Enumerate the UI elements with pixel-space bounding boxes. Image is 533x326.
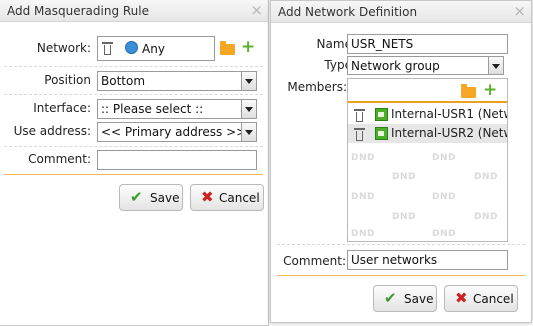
- position-value: Bottom: [101, 74, 146, 88]
- type-select[interactable]: Network group: [347, 56, 504, 75]
- cancel-button[interactable]: ✖ Cancel: [190, 184, 264, 211]
- type-value: Network group: [351, 59, 440, 73]
- use-address-value: << Primary address >>: [101, 125, 247, 139]
- network-definition-dialog: Add Network Definition × Name: USR_NETS …: [270, 0, 532, 323]
- checkmark-icon: ✔: [130, 188, 143, 206]
- dnd-placeholder: DND: [432, 153, 456, 163]
- network-drop-box[interactable]: Any: [97, 36, 215, 61]
- comment-input[interactable]: User networks: [347, 250, 508, 270]
- close-icon[interactable]: ×: [250, 2, 263, 18]
- separator: [4, 146, 263, 147]
- add-icon[interactable]: +: [483, 82, 497, 99]
- dnd-placeholder: DND: [351, 192, 375, 202]
- separator: [4, 94, 263, 95]
- dnd-placeholder: DND: [392, 212, 416, 222]
- position-select[interactable]: Bottom: [97, 71, 257, 91]
- interface-select[interactable]: :: Please select ::: [97, 99, 257, 119]
- dnd-placeholder: DND: [432, 192, 456, 202]
- globe-icon: [125, 41, 138, 54]
- cross-icon: ✖: [455, 289, 468, 307]
- masquerading-dialog-title: Add Masquerading Rule: [7, 4, 150, 18]
- list-item[interactable]: Internal-USR1 (Netw: [348, 105, 507, 124]
- add-icon[interactable]: +: [241, 39, 255, 56]
- footer-divider: [277, 275, 525, 276]
- cross-icon: ✖: [201, 188, 214, 206]
- cancel-button[interactable]: ✖ Cancel: [444, 285, 518, 312]
- dnd-placeholder: DND: [474, 212, 498, 222]
- members-label: Members:: [287, 80, 347, 94]
- chevron-down-icon[interactable]: [488, 57, 503, 74]
- trash-icon[interactable]: [354, 109, 365, 122]
- footer-divider: [4, 174, 263, 175]
- chevron-down-icon[interactable]: [241, 72, 256, 90]
- comment-label: Comment:: [28, 152, 91, 166]
- checkmark-icon: ✔: [384, 289, 397, 307]
- save-button[interactable]: ✔ Save: [119, 184, 183, 211]
- name-input[interactable]: USR_NETS: [347, 34, 508, 54]
- folder-icon[interactable]: [220, 41, 235, 55]
- position-label: Position: [44, 73, 91, 87]
- save-button[interactable]: ✔ Save: [373, 285, 437, 312]
- chevron-down-icon[interactable]: [241, 123, 256, 141]
- dnd-placeholder: DND: [432, 229, 456, 239]
- network-icon: [375, 127, 388, 140]
- folder-icon[interactable]: [461, 84, 476, 98]
- dnd-placeholder: DND: [474, 172, 498, 182]
- separator: [277, 244, 525, 245]
- members-toolbar: +: [348, 79, 507, 103]
- member-label: Internal-USR1 (Netw: [391, 107, 508, 121]
- trash-icon[interactable]: [354, 128, 365, 141]
- member-label: Internal-USR2 (Netw: [391, 126, 508, 140]
- dnd-placeholder: DND: [392, 172, 416, 182]
- close-icon[interactable]: ×: [513, 3, 526, 19]
- interface-value: :: Please select ::: [101, 102, 204, 116]
- network-value: Any: [142, 42, 165, 56]
- dnd-placeholder: DND: [351, 153, 375, 163]
- interface-label: Interface:: [33, 101, 91, 115]
- masquerading-rule-dialog: Add Masquerading Rule × Network: Any + P…: [0, 0, 269, 326]
- members-list[interactable]: + Internal-USR1 (Netw Internal-USR2 (Net…: [347, 78, 508, 242]
- chevron-down-icon[interactable]: [241, 100, 256, 118]
- comment-label: Comment:: [283, 254, 346, 268]
- network-label: Network:: [36, 41, 91, 55]
- network-icon: [375, 108, 388, 121]
- network-dialog-title: Add Network Definition: [278, 5, 418, 19]
- use-address-label: Use address:: [13, 124, 91, 138]
- separator: [4, 66, 263, 67]
- dnd-placeholder: DND: [351, 229, 375, 239]
- network-dialog-titlebar[interactable]: Add Network Definition ×: [271, 1, 531, 23]
- masquerading-dialog-titlebar[interactable]: Add Masquerading Rule ×: [0, 0, 268, 22]
- use-address-select[interactable]: << Primary address >>: [97, 122, 257, 142]
- trash-icon[interactable]: [102, 42, 113, 55]
- list-item[interactable]: Internal-USR2 (Netw: [348, 124, 507, 143]
- comment-input[interactable]: [97, 150, 257, 170]
